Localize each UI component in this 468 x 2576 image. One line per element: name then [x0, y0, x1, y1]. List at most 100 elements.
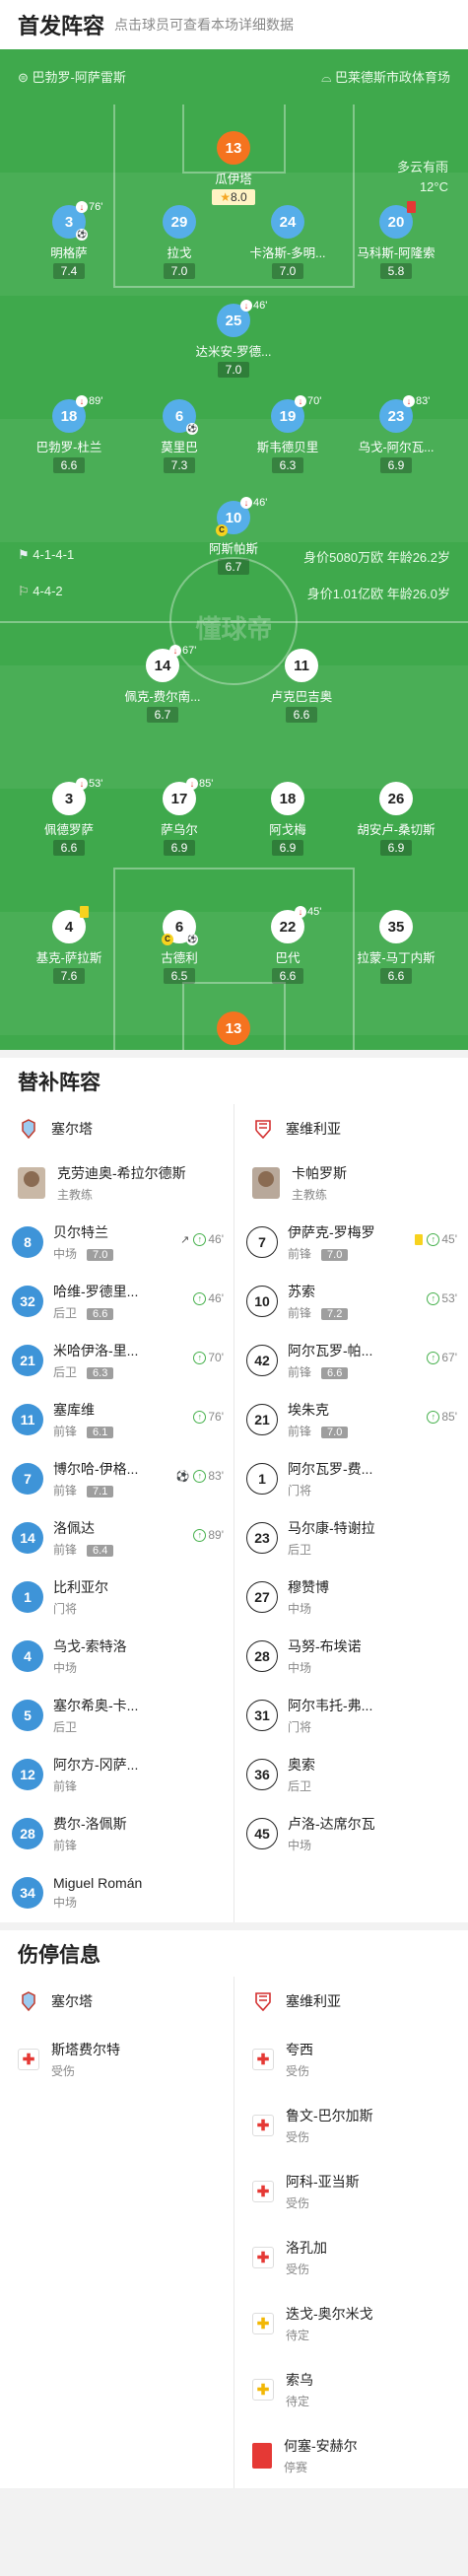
sub-player-row[interactable]: 31 阿尔韦托-弗... 门将 — [234, 1686, 467, 1745]
away-player[interactable]: 22 ↓ 45' 巴代 6.6 — [234, 906, 342, 985]
sub-minute-text: 70' — [307, 395, 322, 407]
sub-player-position: 门将 — [288, 1718, 372, 1735]
sub-player-row[interactable]: 1 比利亚尔 门将 — [0, 1567, 234, 1627]
home-player[interactable]: 3 ↓ 76' 明格萨 7.4 ⚽ — [15, 201, 123, 280]
away-player[interactable]: 17 ↓ 85' 萨乌尔 6.9 — [125, 778, 234, 857]
player-name: 萨乌尔 — [161, 823, 198, 837]
sub-player-row[interactable]: 12 阿尔方-冈萨... 前锋 — [0, 1745, 234, 1804]
weather-text: 多云有雨 — [396, 160, 448, 174]
sub-out-icon: ↓ — [169, 645, 181, 657]
away-player[interactable]: 14 ↓ 67' 佩克-费尔南... 6.7 — [108, 645, 217, 724]
jersey-number: 18 — [271, 782, 304, 815]
away-player[interactable]: 4 基克-萨拉斯 7.6 — [15, 906, 123, 985]
sub-player-row[interactable]: 14 洛佩达 前锋 6.4 ↑ 89' — [0, 1508, 234, 1567]
sub-player-position: 前锋 7.0 — [288, 1245, 375, 1262]
home-player[interactable]: 18 ↓ 89' 巴勃罗-杜兰 6.6 — [15, 395, 123, 474]
home-player[interactable]: 23 ↓ 83' 乌戈-阿尔瓦... 6.9 — [342, 395, 450, 474]
away-team-row[interactable]: 塞维利亚 — [234, 1104, 467, 1153]
sub-player-row[interactable]: 11 塞库维 前锋 6.1 ↑ 76' — [0, 1390, 234, 1449]
away-injury-team[interactable]: 塞维利亚 — [234, 1977, 467, 2026]
injury-row[interactable]: 何塞-安赫尔 停赛 — [234, 2422, 467, 2488]
sub-player-row[interactable]: 32 哈维-罗德里... 后卫 6.6 ↑ 46' — [0, 1272, 234, 1331]
injury-row[interactable]: ✚ 迭戈-奥尔米戈 待定 — [234, 2290, 467, 2356]
sub-in-minute: ↑ 53' — [427, 1291, 457, 1305]
sub-out-icon: ↓ — [186, 778, 198, 790]
home-player[interactable]: 24 卡洛斯-多明... 7.0 — [234, 205, 342, 280]
player-rating: 6.9 — [163, 840, 196, 856]
home-player[interactable]: 25 ↓ 46' 达米安-罗德... 7.0 — [179, 300, 288, 379]
injury-status: 受伤 — [286, 2262, 310, 2276]
away-player[interactable]: 35 拉蒙-马丁内斯 6.6 — [342, 910, 450, 985]
home-injury-team[interactable]: 塞尔塔 — [0, 1977, 234, 2026]
home-player[interactable]: 29 拉戈 7.0 — [125, 205, 234, 280]
position-text: 后卫 — [288, 1543, 312, 1557]
sub-player-row[interactable]: 45 卢洛-达席尔瓦 中场 — [234, 1804, 467, 1863]
jersey-number: 34 — [12, 1877, 43, 1909]
sub-player-row[interactable]: 23 马尔康-特谢拉 后卫 — [234, 1508, 467, 1567]
rating-value: 6.6 — [279, 969, 297, 983]
injury-row[interactable]: ✚ 斯塔费尔特 受伤 — [0, 2026, 234, 2092]
injury-row[interactable]: ✚ 夸西 受伤 — [234, 2026, 467, 2092]
sub-player-row[interactable]: 8 贝尔特兰 中场 7.0 ↗ ↑ 46' — [0, 1213, 234, 1272]
sub-player-row[interactable]: 21 埃朱克 前锋 7.0 ↑ 85' — [234, 1390, 467, 1449]
away-player[interactable]: 18 阿戈梅 6.9 — [234, 782, 342, 857]
home-player[interactable]: 13 瓜伊塔 ★8.0 — [179, 131, 288, 206]
away-player[interactable]: 11 卢克巴吉奥 6.6 — [247, 649, 356, 724]
sub-in-minute: ↑ 76' — [193, 1410, 224, 1424]
injured-player-name: 何塞-安赫尔 — [284, 2437, 358, 2454]
sub-player-row[interactable]: 7 博尔哈-伊格... 前锋 7.1 ⚽ ↑ 83' — [0, 1449, 234, 1508]
home-player[interactable]: 20 马科斯-阿隆索 5.8 — [342, 201, 450, 280]
away-player[interactable]: 3 ↓ 53' 佩德罗萨 6.6 — [15, 778, 123, 857]
injury-row[interactable]: ✚ 阿科-亚当斯 受伤 — [234, 2158, 467, 2224]
red-card-icon — [407, 201, 416, 213]
sub-player-name: 米哈伊洛-里... — [53, 1343, 139, 1358]
sub-player-name: 穆赞博 — [288, 1579, 329, 1595]
home-player[interactable]: 6 莫里巴 7.3 ⚽ — [125, 399, 234, 474]
sub-player-row[interactable]: 10 苏索 前锋 7.2 ↑ 53' — [234, 1272, 467, 1331]
weather-info: 多云有雨 12°C — [397, 158, 448, 197]
sub-player-row[interactable]: 7 伊萨克-罗梅罗 前锋 7.0 ↑ 45' — [234, 1213, 467, 1272]
away-player[interactable]: 13尼兰德6.3 — [179, 1011, 288, 1050]
player-rating: 6.5 — [163, 968, 196, 984]
rating-value: 7.3 — [170, 458, 188, 472]
sub-player-row[interactable]: 42 阿尔瓦罗-帕... 前锋 6.6 ↑ 67' — [234, 1331, 467, 1390]
away-player[interactable]: 6 古德利 6.5 C ⚽ — [125, 910, 234, 985]
sub-player-row[interactable]: 21 米哈伊洛-里... 后卫 6.3 ↑ 70' — [0, 1331, 234, 1390]
injury-row[interactable]: ✚ 索乌 待定 — [234, 2356, 467, 2422]
away-coach[interactable]: 卡帕罗斯 主教练 — [234, 1153, 467, 1213]
injury-cross-icon: ✚ — [252, 2114, 274, 2136]
sub-player-row[interactable]: 5 塞尔希奥-卡... 后卫 — [0, 1686, 234, 1745]
home-player[interactable]: 10 ↓ 46' 阿斯帕斯 6.7 C — [179, 497, 288, 576]
sub-player-row[interactable]: 4 乌戈-索特洛 中场 — [0, 1627, 234, 1686]
sub-player-row[interactable]: 36 奥索 后卫 — [234, 1745, 467, 1804]
rating-value: 6.9 — [387, 841, 405, 855]
sub-player-position: 后卫 — [288, 1541, 375, 1558]
away-player[interactable]: 26 胡安卢-桑切斯 6.9 — [342, 782, 450, 857]
sub-player-row[interactable]: 34 Miguel Román 中场 — [0, 1863, 234, 1922]
jersey-number: 13 — [217, 1011, 250, 1045]
position-text: 中场 — [288, 1839, 312, 1852]
sub-player-row[interactable]: 28 马努-布埃诺 中场 — [234, 1627, 467, 1686]
sub-out-minute: ↓ 76' — [76, 201, 102, 213]
home-player[interactable]: 19 ↓ 70' 斯韦德贝里 6.3 — [234, 395, 342, 474]
player-rating: 6.7 — [146, 707, 179, 723]
sub-player-row[interactable]: 27 穆赞博 中场 — [234, 1567, 467, 1627]
injured-player-name: 索乌 — [286, 2371, 313, 2388]
home-coach[interactable]: 克劳迪奥-希拉尔德斯 主教练 — [0, 1153, 234, 1213]
injury-row[interactable]: ✚ 洛孔加 受伤 — [234, 2224, 467, 2290]
home-team-row[interactable]: 塞尔塔 — [0, 1104, 234, 1153]
rating-value: 8.0 — [231, 190, 247, 204]
sub-minute-text: 46' — [253, 300, 268, 312]
sub-player-name: 贝尔特兰 — [53, 1224, 108, 1240]
sub-out-icon: ↓ — [76, 201, 88, 213]
away-value: 身价1.01亿欧 年龄26.0岁 — [306, 587, 450, 601]
minute-text: 70' — [208, 1351, 224, 1364]
sub-player-row[interactable]: 28 费尔-洛佩斯 前锋 — [0, 1804, 234, 1863]
doubtful-cross-icon: ✚ — [252, 2378, 274, 2401]
sub-player-row[interactable]: 1 阿尔瓦罗-费... 门将 — [234, 1449, 467, 1508]
rating-value: 7.4 — [60, 264, 78, 278]
rating-value: 6.7 — [154, 708, 171, 722]
sub-minute-text: 67' — [182, 645, 197, 657]
sub-rating: 7.0 — [87, 1249, 114, 1261]
injury-row[interactable]: ✚ 鲁文-巴尔加斯 受伤 — [234, 2092, 467, 2158]
